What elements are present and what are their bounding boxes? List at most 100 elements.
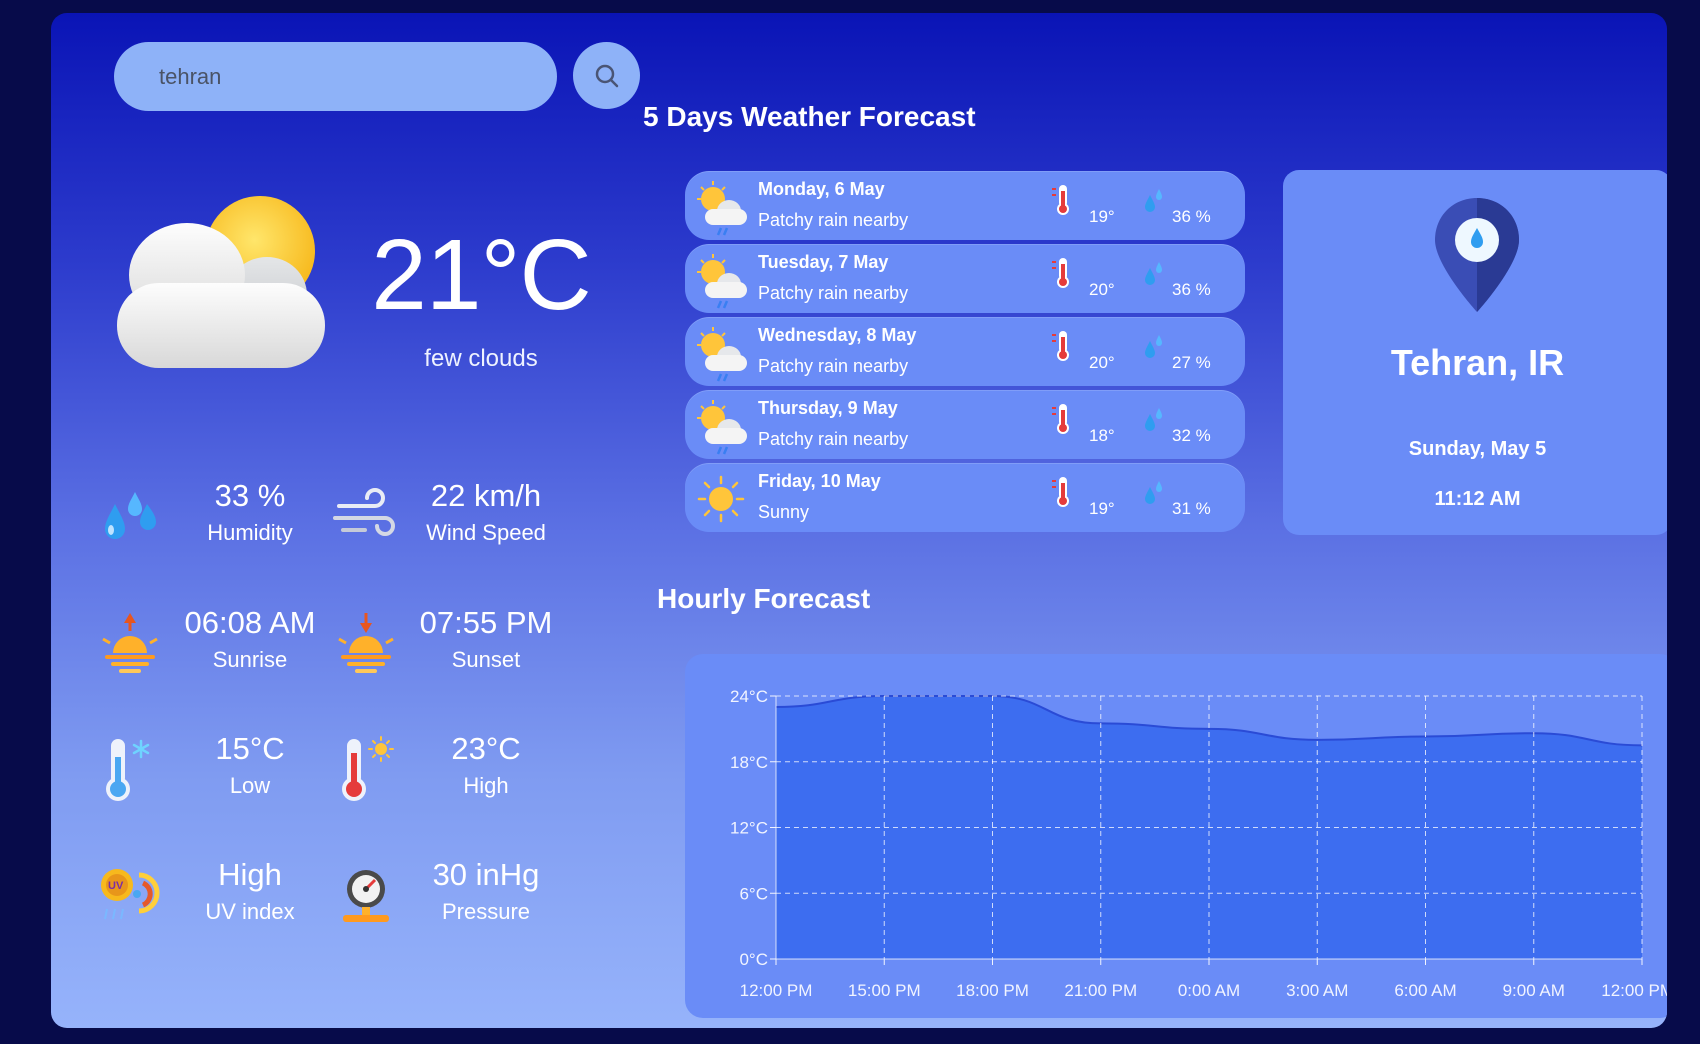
humidity-value: 33 % (214, 478, 286, 513)
humidity-stat: 33 % Humidity (95, 478, 345, 558)
pressure-label: Pressure (441, 899, 531, 924)
sunset-value: 07:55 PM (419, 605, 553, 640)
humidity-drop-icon (1145, 408, 1162, 431)
high-temp-value: 23°C (451, 731, 521, 766)
humidity-drop-icon (1145, 481, 1162, 504)
forecast-temp: 19° (1089, 207, 1115, 226)
wind-value: 22 km/h (430, 478, 542, 513)
forecast-row: Wednesday, 8 May Patchy rain nearby 20° … (685, 317, 1245, 386)
humidity-label: Humidity (207, 520, 293, 545)
forecast-temp: 19° (1089, 499, 1115, 518)
uv-index-label: UV index (205, 899, 295, 924)
forecast-day: Tuesday, 7 May (758, 252, 889, 272)
humidity-icon (105, 492, 156, 539)
forecast-humidity: 27 % (1172, 353, 1211, 372)
location-time: 11:12 AM (1434, 488, 1521, 510)
x-tick-label: 21:00 PM (1064, 981, 1137, 1000)
forecast-temp: 20° (1089, 353, 1115, 372)
x-tick-label: 15:00 PM (848, 981, 921, 1000)
forecast-list: Monday, 6 May Patchy rain nearby 19° 36 … (685, 171, 1245, 536)
sun-icon (697, 475, 745, 523)
forecast-day: Monday, 6 May (758, 179, 885, 199)
wind-icon (333, 488, 395, 536)
weather-dashboard: 21°C few clouds 33 % Humidity 22 km/h Wi… (51, 13, 1667, 1028)
forecast-day: Friday, 10 May (758, 471, 881, 491)
x-tick-label: 12:00 PM (740, 981, 813, 1000)
forecast-condition: Patchy rain nearby (758, 283, 909, 303)
forecast-humidity: 36 % (1172, 280, 1211, 299)
forecast-condition: Patchy rain nearby (758, 210, 909, 230)
y-tick-label: 0°C (739, 950, 768, 969)
sunrise-label: Sunrise (212, 647, 288, 672)
low-temp-stat: 15°C Low (95, 731, 345, 811)
forecast-row: Friday, 10 May Sunny 19° 31 % (685, 463, 1245, 532)
thermometer-icon (1052, 258, 1069, 288)
sun-cloud-rain-icon (697, 254, 747, 309)
location-pin-icon (1435, 198, 1519, 312)
sunrise-value: 06:08 AM (184, 605, 316, 640)
humidity-drop-icon (1145, 262, 1162, 285)
current-temperature: 21°C (371, 219, 591, 331)
forecast-condition: Sunny (758, 502, 810, 522)
x-tick-label: 9:00 AM (1503, 981, 1565, 1000)
forecast-humidity: 36 % (1172, 207, 1211, 226)
sunrise-stat: 06:08 AM Sunrise (95, 605, 345, 685)
hourly-chart-svg: 0°C 6°C 12°C 18°C 24°C 12:00 PM 15:00 PM 18:00 … (730, 687, 1667, 1000)
svg-text:UV: UV (108, 880, 124, 892)
search-box[interactable] (114, 42, 557, 111)
forecast-humidity: 32 % (1172, 426, 1211, 445)
humidity-drop-icon (1145, 335, 1162, 358)
uv-index-icon: UV (101, 869, 160, 920)
hourly-chart: 0°C 6°C 12°C 18°C 24°C 12:00 PM 15:00 PM 18:00 … (685, 654, 1667, 1018)
sun-cloud-rain-icon (697, 181, 747, 236)
high-temp-label: High (463, 773, 509, 798)
wind-label: Wind Speed (426, 520, 546, 545)
search-button[interactable] (573, 42, 640, 109)
forecast-temp: 20° (1089, 280, 1115, 299)
sunrise-icon (102, 613, 158, 673)
sunset-icon (338, 613, 394, 673)
thermometer-hot-icon (342, 736, 394, 801)
thermometer-cold-icon (106, 739, 150, 801)
pressure-value: 30 inHg (432, 857, 540, 892)
sunset-stat: 07:55 PM Sunset (331, 605, 581, 685)
thermometer-icon (1052, 477, 1069, 507)
uv-index-stat: UV High UV index (95, 857, 345, 937)
forecast-day: Wednesday, 8 May (758, 325, 917, 345)
forecast-humidity: 31 % (1172, 499, 1211, 518)
location-card: Tehran, IR Sunday, May 5 11:12 AM (1283, 170, 1667, 535)
y-tick-label: 24°C (730, 687, 768, 706)
x-tick-label: 12:00 PM (1601, 981, 1667, 1000)
wind-stat: 22 km/h Wind Speed (331, 478, 581, 558)
forecast-row: Thursday, 9 May Patchy rain nearby 18° 3… (685, 390, 1245, 459)
sun-cloud-rain-icon (697, 327, 747, 382)
x-tick-label: 6:00 AM (1394, 981, 1456, 1000)
forecast-condition: Patchy rain nearby (758, 429, 909, 449)
low-temp-value: 15°C (215, 731, 285, 766)
thermometer-icon (1052, 185, 1069, 215)
hourly-title: Hourly Forecast (657, 583, 871, 614)
humidity-drop-icon (1145, 189, 1162, 212)
low-temp-label: Low (229, 773, 271, 798)
search-icon (595, 64, 618, 87)
sunset-label: Sunset (451, 647, 521, 672)
current-description: few clouds (424, 345, 538, 372)
forecast-row: Monday, 6 May Patchy rain nearby 19° 36 … (685, 171, 1245, 240)
uv-index-value: High (218, 857, 282, 892)
pressure-gauge-icon (343, 870, 389, 922)
forecast-temp: 18° (1089, 426, 1115, 445)
thermometer-icon (1052, 331, 1069, 361)
location-city: Tehran, IR (1390, 342, 1565, 383)
y-tick-label: 6°C (739, 884, 768, 903)
pressure-stat: 30 inHg Pressure (331, 857, 581, 937)
forecast-day: Thursday, 9 May (758, 398, 898, 418)
x-tick-label: 0:00 AM (1178, 981, 1240, 1000)
x-tick-label: 18:00 PM (956, 981, 1029, 1000)
forecast-condition: Patchy rain nearby (758, 356, 909, 376)
forecast-row: Tuesday, 7 May Patchy rain nearby 20° 36… (685, 244, 1245, 313)
sun-cloud-icon (117, 196, 325, 368)
thermometer-icon (1052, 404, 1069, 434)
search-input[interactable] (159, 63, 519, 90)
x-tick-label: 3:00 AM (1286, 981, 1348, 1000)
forecast-title: 5 Days Weather Forecast (643, 101, 976, 132)
